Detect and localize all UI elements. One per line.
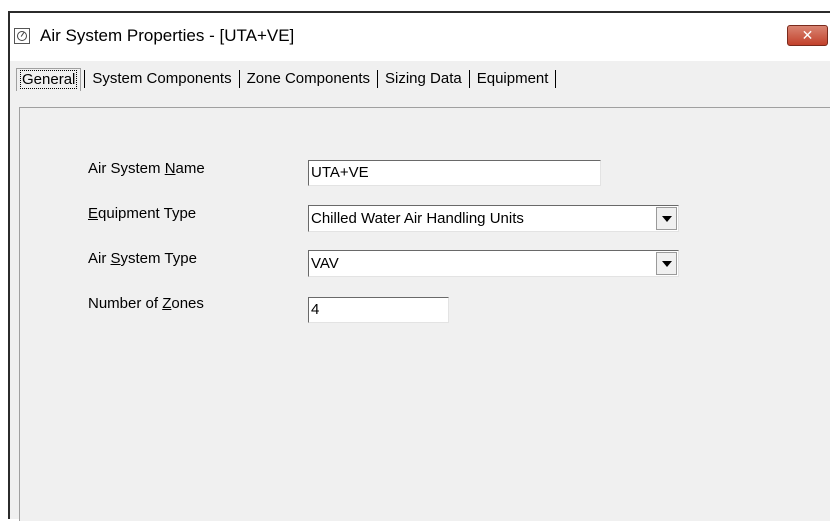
chevron-down-icon[interactable] — [656, 252, 677, 275]
air-system-type-label: Air System Type — [88, 250, 197, 267]
tab-separator — [555, 70, 557, 88]
equipment-type-value: Chilled Water Air Handling Units — [311, 210, 524, 227]
tab-zone-components[interactable]: Zone Components — [243, 68, 374, 90]
air-system-properties-window: Air System Properties - [UTA+VE] ✕ Gener… — [8, 11, 830, 521]
title-bar: Air System Properties - [UTA+VE] ✕ — [10, 13, 830, 61]
equipment-type-label: Equipment Type — [88, 205, 197, 222]
tab-strip: General System Components Zone Component… — [16, 66, 559, 92]
number-of-zones-label: Number of Zones — [88, 295, 204, 312]
window-title: Air System Properties - [UTA+VE] — [40, 26, 295, 45]
tab-separator — [84, 70, 86, 88]
close-button[interactable]: ✕ — [787, 25, 828, 46]
app-icon — [14, 28, 30, 44]
tab-separator — [238, 70, 240, 88]
air-system-type-value: VAV — [311, 255, 339, 272]
equipment-type-select[interactable]: Chilled Water Air Handling Units — [308, 205, 679, 232]
close-icon: ✕ — [801, 27, 814, 43]
tab-separator — [468, 70, 470, 88]
tab-general[interactable]: General — [16, 67, 82, 91]
tab-system-components[interactable]: System Components — [88, 68, 235, 90]
air-system-type-select[interactable]: VAV — [308, 250, 679, 277]
number-of-zones-field[interactable]: 4 — [308, 297, 449, 323]
air-system-name-label: Air System Name — [88, 160, 205, 177]
air-system-name-field[interactable]: UTA+VE — [308, 160, 601, 186]
general-tab-panel: Air System Name UTA+VE Equipment Type Ch… — [19, 107, 830, 521]
tab-separator — [377, 70, 379, 88]
tab-equipment[interactable]: Equipment — [473, 68, 553, 90]
tab-sizing-data[interactable]: Sizing Data — [381, 68, 466, 90]
chevron-down-icon[interactable] — [656, 207, 677, 230]
